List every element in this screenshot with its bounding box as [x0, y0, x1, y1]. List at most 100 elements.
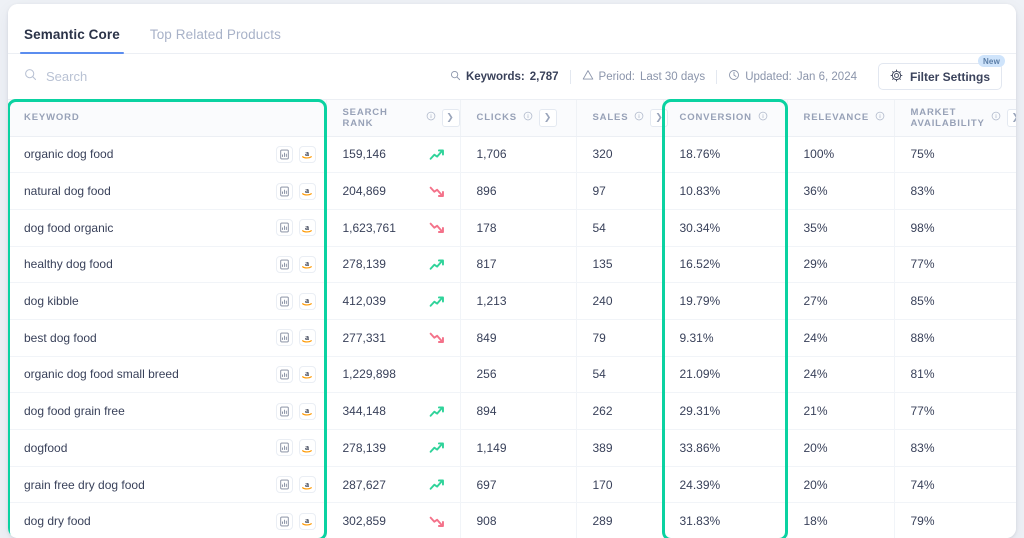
- table-row[interactable]: organic dog food small breed a 1,229,898 25…: [8, 356, 1016, 394]
- col-expand-market-availability-button[interactable]: ❯: [1006, 108, 1016, 127]
- table-row[interactable]: natural dog food a 204,869 896 97 10.83% 36% 83…: [8, 172, 1016, 210]
- keyword-actions: a: [275, 439, 316, 457]
- amazon-icon[interactable]: a: [298, 255, 316, 273]
- amazon-icon[interactable]: a: [298, 402, 316, 420]
- table-row[interactable]: dog food grain free a 344,148 894 262 29.31% 2…: [8, 392, 1016, 430]
- table-row[interactable]: healthy dog food a 278,139 817 135 16.52% 29% 7…: [8, 246, 1016, 284]
- keyword-label: grain free dry dog food: [24, 477, 145, 492]
- amazon-icon[interactable]: a: [298, 292, 316, 310]
- col-header-sales[interactable]: SALES ❯: [576, 100, 669, 137]
- report-icon[interactable]: [275, 292, 293, 310]
- cell-keyword[interactable]: dog food grain free a: [8, 392, 327, 430]
- cell-relevance: 27%: [787, 282, 895, 320]
- cell-sales: 320: [576, 136, 664, 174]
- cell-sales: 389: [576, 429, 664, 467]
- cell-keyword[interactable]: organic dog food a: [8, 136, 327, 174]
- cell-search-rank: 1,229,898: [326, 356, 461, 394]
- table-row[interactable]: dog dry food a 302,859 908 289 31.83% 18% 79%: [8, 502, 1016, 538]
- report-icon[interactable]: [275, 329, 293, 347]
- table-row[interactable]: dogfood a 278,139 1,149 389 33.86% 20% 83%: [8, 429, 1016, 467]
- report-icon[interactable]: [275, 512, 293, 530]
- sales-value: 170: [592, 477, 613, 492]
- cell-keyword[interactable]: natural dog food a: [8, 172, 327, 210]
- table-header-row: KEYWORD SEARCH RANK ❯ CLICKS ❯ SALES ❯ C…: [8, 100, 1016, 137]
- cell-market-availability: 77%: [894, 392, 1016, 430]
- cell-search-rank: 302,859: [326, 502, 461, 538]
- trend-up-icon: [426, 440, 448, 455]
- keywords-table: KEYWORD SEARCH RANK ❯ CLICKS ❯ SALES ❯ C…: [8, 100, 1016, 538]
- table-row[interactable]: grain free dry dog food a 287,627 697 170 24.…: [8, 466, 1016, 504]
- keyword-actions: a: [275, 402, 316, 420]
- col-header-clicks[interactable]: CLICKS ❯: [460, 100, 577, 137]
- sales-value: 389: [592, 440, 613, 455]
- info-icon[interactable]: [991, 111, 1001, 124]
- report-icon[interactable]: [275, 182, 293, 200]
- report-icon[interactable]: [275, 145, 293, 163]
- cell-keyword[interactable]: dogfood a: [8, 429, 327, 467]
- report-icon[interactable]: [275, 439, 293, 457]
- cell-market-availability: 77%: [894, 246, 1016, 284]
- report-icon[interactable]: [275, 255, 293, 273]
- info-icon[interactable]: [758, 111, 768, 124]
- amazon-icon[interactable]: a: [298, 182, 316, 200]
- cell-keyword[interactable]: grain free dry dog food a: [8, 466, 327, 504]
- col-header-conversion[interactable]: CONVERSION: [663, 100, 788, 137]
- cell-market-availability: 88%: [894, 319, 1016, 357]
- search-input-placeholder[interactable]: Search: [46, 69, 87, 84]
- col-header-market-availability[interactable]: MARKET AVAILABILITY ❯: [894, 100, 1016, 137]
- keyword-label: organic dog food: [24, 147, 114, 162]
- period-icon: [582, 69, 594, 84]
- table-row[interactable]: dog food organic a 1,623,761 178 54 30.34% 35%…: [8, 209, 1016, 247]
- cell-keyword[interactable]: organic dog food small breed a: [8, 356, 327, 394]
- cell-keyword[interactable]: healthy dog food a: [8, 246, 327, 284]
- filter-settings-button[interactable]: Filter Settings: [877, 63, 1002, 90]
- col-header-search-rank[interactable]: SEARCH RANK ❯: [326, 100, 461, 137]
- keyword-label: dog dry food: [24, 514, 91, 529]
- amazon-icon[interactable]: a: [298, 145, 316, 163]
- col-expand-clicks-button[interactable]: ❯: [538, 108, 557, 127]
- svg-text:a: a: [305, 369, 309, 378]
- cell-relevance: 29%: [787, 246, 895, 284]
- amazon-icon[interactable]: a: [298, 219, 316, 237]
- search-rank-value: 278,139: [342, 257, 386, 272]
- trend-up-icon: [426, 257, 448, 272]
- amazon-icon[interactable]: a: [298, 512, 316, 530]
- amazon-icon[interactable]: a: [298, 365, 316, 383]
- cell-keyword[interactable]: dog food organic a: [8, 209, 327, 247]
- cell-sales: 240: [576, 282, 664, 320]
- amazon-icon[interactable]: a: [298, 439, 316, 457]
- table-row[interactable]: organic dog food a 159,146 1,706 320 18.76% 10…: [8, 136, 1016, 174]
- filter-settings-wrapper: New Filter Settings: [877, 55, 1005, 90]
- table-row[interactable]: dog kibble a 412,039 1,213 240 19.79% 27% 85%: [8, 282, 1016, 320]
- cell-clicks: 849: [460, 319, 577, 357]
- col-header-keyword[interactable]: KEYWORD: [8, 100, 327, 137]
- table-row[interactable]: best dog food a 277,331 849 79 9.31% 24% 88%: [8, 319, 1016, 357]
- keywords-table-wrapper: KEYWORD SEARCH RANK ❯ CLICKS ❯ SALES ❯ C…: [8, 99, 1016, 538]
- info-icon[interactable]: [523, 111, 533, 124]
- tab-top-related-products[interactable]: Top Related Products: [148, 27, 283, 53]
- info-icon[interactable]: [634, 111, 644, 124]
- info-icon[interactable]: [426, 111, 436, 124]
- report-icon[interactable]: [275, 402, 293, 420]
- info-icon[interactable]: [875, 111, 885, 124]
- col-header-relevance[interactable]: RELEVANCE: [787, 100, 895, 137]
- report-icon[interactable]: [275, 476, 293, 494]
- col-expand-sales-button[interactable]: ❯: [650, 108, 669, 127]
- keyword-label: healthy dog food: [24, 257, 113, 272]
- search-box[interactable]: Search: [24, 68, 87, 86]
- tab-semantic-core[interactable]: Semantic Core: [20, 27, 124, 54]
- market-availability-value: 75%: [910, 147, 935, 162]
- cell-relevance: 100%: [787, 136, 895, 174]
- report-icon[interactable]: [275, 219, 293, 237]
- cell-keyword[interactable]: dog kibble a: [8, 282, 327, 320]
- search-rank-value: 412,039: [342, 294, 386, 309]
- relevance-value: 100%: [803, 147, 835, 162]
- conversion-value: 19.79%: [679, 294, 721, 309]
- report-icon[interactable]: [275, 365, 293, 383]
- amazon-icon[interactable]: a: [298, 329, 316, 347]
- cell-keyword[interactable]: best dog food a: [8, 319, 327, 357]
- cell-keyword[interactable]: dog dry food a: [8, 502, 327, 538]
- col-expand-search-rank-button[interactable]: ❯: [441, 108, 460, 127]
- amazon-icon[interactable]: a: [298, 476, 316, 494]
- cell-clicks: 178: [460, 209, 577, 247]
